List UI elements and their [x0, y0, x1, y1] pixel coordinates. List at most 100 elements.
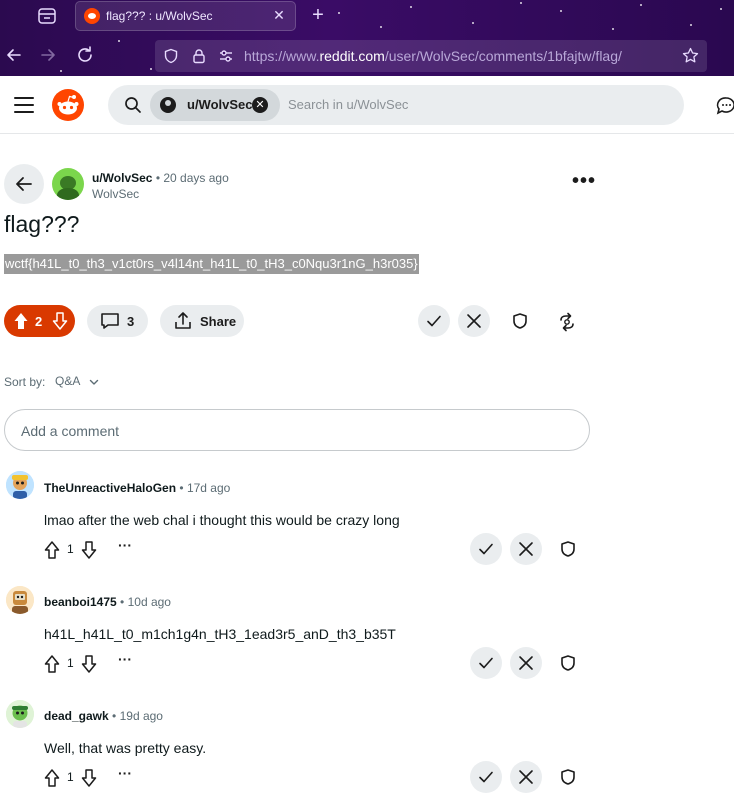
share-icon — [173, 311, 193, 336]
bookmark-star-icon[interactable] — [682, 47, 699, 63]
post-author[interactable]: u/WolvSec — [92, 171, 152, 185]
search-scope-chip[interactable]: u/WolvSec ✕ — [150, 89, 280, 121]
vote-count: 2 — [35, 314, 43, 329]
remove-button[interactable] — [510, 761, 542, 793]
url-domain: reddit.com — [319, 48, 385, 64]
menu-icon[interactable] — [14, 97, 34, 113]
crosspost-icon — [560, 312, 574, 332]
post-time: 20 days ago — [163, 171, 229, 185]
shield-icon — [561, 655, 575, 671]
forward-arrow-icon[interactable] — [37, 44, 59, 66]
remove-button[interactable] — [510, 533, 542, 565]
comment-count: 3 — [127, 314, 135, 329]
back-arrow-icon[interactable] — [3, 44, 25, 66]
comment-author-line: beanboi1475 • 10d ago — [44, 595, 171, 609]
shield-icon — [513, 313, 527, 329]
downvote-icon[interactable] — [52, 312, 68, 330]
add-comment-input[interactable]: Add a comment — [4, 409, 590, 451]
shield-icon[interactable] — [163, 48, 179, 64]
comment-icon — [100, 312, 120, 335]
approve-button[interactable] — [470, 647, 502, 679]
search-bar[interactable]: u/WolvSec ✕ Search in u/WolvSec — [108, 85, 684, 125]
mod-shield-button[interactable] — [552, 761, 584, 793]
approve-button[interactable] — [470, 761, 502, 793]
comment-actions: 1 ··· — [44, 647, 590, 679]
crosspost-button[interactable] — [550, 305, 582, 337]
mod-shield-button[interactable] — [552, 533, 584, 565]
reddit-favicon-icon — [84, 8, 100, 24]
comment-actions: 1 ··· — [44, 533, 590, 565]
back-button[interactable] — [4, 164, 44, 204]
x-icon — [519, 542, 533, 556]
more-options-icon[interactable]: ··· — [118, 651, 132, 667]
reload-icon[interactable] — [74, 44, 96, 66]
comment-author[interactable]: TheUnreactiveHaloGen — [44, 481, 176, 495]
comment-author-line: dead_gawk • 19d ago — [44, 709, 163, 723]
lock-icon[interactable] — [191, 48, 207, 64]
sort-dropdown[interactable]: Q&A — [55, 374, 80, 388]
chevron-down-icon[interactable] — [88, 375, 100, 387]
vote-pill: 2 — [4, 305, 75, 337]
checkmark-icon — [479, 657, 493, 669]
shield-icon — [561, 769, 575, 785]
x-icon — [519, 656, 533, 670]
browser-tab[interactable]: flag??? : u/WolvSec ✕ — [75, 1, 296, 31]
more-options-icon[interactable]: ··· — [118, 537, 132, 553]
search-input[interactable]: Search in u/WolvSec — [288, 97, 408, 112]
x-icon — [467, 314, 481, 328]
permissions-icon[interactable] — [218, 48, 234, 64]
url-path: /user/WolvSec/comments/1bfajtw/flag/ — [384, 48, 622, 64]
chat-icon[interactable] — [716, 96, 734, 116]
share-button[interactable]: Share — [160, 305, 244, 337]
remove-button[interactable] — [510, 647, 542, 679]
post-subreddit[interactable]: WolvSec — [92, 187, 139, 201]
reddit-logo-icon[interactable] — [52, 89, 84, 121]
comment-time: 17d ago — [186, 481, 231, 495]
clear-scope-icon[interactable]: ✕ — [252, 97, 268, 113]
url-text[interactable]: https://www.reddit.com/user/WolvSec/comm… — [244, 48, 622, 64]
downvote-icon[interactable] — [81, 769, 97, 787]
comment-time: 19d ago — [119, 709, 163, 723]
new-tab-icon[interactable]: + — [308, 4, 328, 26]
comment-placeholder: Add a comment — [21, 423, 120, 439]
more-options-icon[interactable]: ··· — [118, 765, 132, 781]
commenter-avatar[interactable] — [6, 700, 34, 728]
address-bar[interactable]: https://www.reddit.com/user/WolvSec/comm… — [155, 40, 707, 72]
upvote-icon[interactable] — [44, 655, 60, 673]
post-title: flag??? — [4, 211, 80, 237]
url-prefix: https://www. — [244, 48, 320, 64]
comment-vote-count: 1 — [67, 656, 74, 670]
comment-vote-count: 1 — [67, 770, 74, 784]
comment-text: h41L_h41L_t0_m1ch1g4n_tH3_1ead3r5_anD_th… — [44, 626, 396, 642]
author-avatar[interactable] — [52, 168, 84, 200]
remove-button[interactable] — [458, 305, 490, 337]
checkmark-icon — [479, 543, 493, 555]
comment-author[interactable]: beanboi1475 — [44, 595, 117, 609]
tab-list-icon[interactable] — [34, 5, 60, 27]
search-scope-label: u/WolvSec — [187, 97, 253, 112]
browser-chrome: flag??? : u/WolvSec ✕ + https://www.redd… — [0, 0, 734, 76]
upvote-icon[interactable] — [44, 541, 60, 559]
comments-button[interactable]: 3 — [87, 305, 148, 337]
comment-text: Well, that was pretty easy. — [44, 740, 207, 756]
comment-author[interactable]: dead_gawk — [44, 709, 109, 723]
commenter-avatar[interactable] — [6, 471, 34, 499]
x-icon — [519, 770, 533, 784]
commenter-avatar[interactable] — [6, 586, 34, 614]
approve-button[interactable] — [418, 305, 450, 337]
mod-shield-button[interactable] — [552, 647, 584, 679]
more-options-icon[interactable]: ••• — [572, 171, 595, 194]
mod-shield-button[interactable] — [504, 305, 536, 337]
close-tab-icon[interactable]: ✕ — [271, 7, 287, 23]
shield-icon — [561, 541, 575, 557]
comment-actions: 1 ··· — [44, 761, 590, 793]
upvote-icon[interactable] — [13, 312, 29, 330]
comment-time: 10d ago — [127, 595, 171, 609]
approve-button[interactable] — [470, 533, 502, 565]
back-arrow-icon — [16, 177, 32, 191]
downvote-icon[interactable] — [81, 541, 97, 559]
user-avatar-icon — [160, 97, 176, 113]
downvote-icon[interactable] — [81, 655, 97, 673]
navigation-bar: https://www.reddit.com/user/WolvSec/comm… — [0, 36, 734, 76]
upvote-icon[interactable] — [44, 769, 60, 787]
